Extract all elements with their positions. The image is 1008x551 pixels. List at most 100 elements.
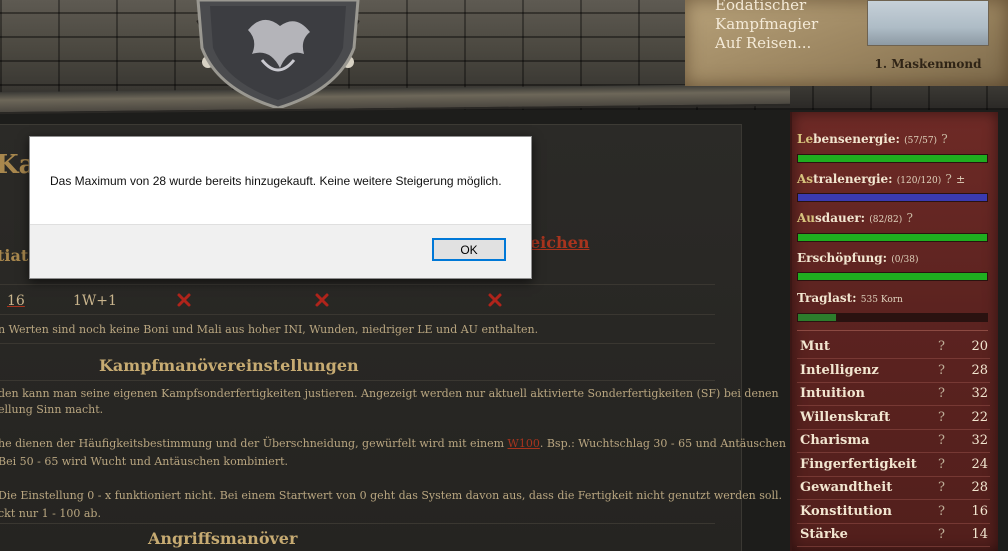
attribute-value: 16: [971, 503, 988, 519]
attribute-name: Intelligenz: [800, 362, 879, 378]
help-icon[interactable]: ?: [938, 363, 945, 378]
traglast-value: 535 Korn: [860, 295, 903, 305]
help-icon[interactable]: ?: [938, 457, 945, 472]
dragon-crest-logo: [196, 0, 360, 108]
character-profession: Kampfmagier: [715, 15, 819, 33]
row-divider: [0, 284, 715, 285]
combat-settings-text: ellung Sinn macht.: [0, 403, 104, 416]
dialog-footer: OK: [30, 224, 531, 278]
lebensenergie-label: Lebensenergie: (57/57) ?: [797, 132, 948, 146]
astralenergie-bar: [797, 193, 988, 202]
help-icon[interactable]: ?: [938, 386, 945, 401]
section-divider: [0, 523, 715, 524]
attribute-value: 32: [971, 386, 988, 401]
attack-maneuvers-title: Angriffsmanöver: [148, 529, 298, 548]
plus-minus-icon[interactable]: ±: [956, 173, 965, 186]
lebensenergie-bar-fill: [798, 155, 987, 162]
attribute-value: 22: [971, 409, 988, 425]
combat-settings-text: he dienen der Häufigkeitsbestimmung und …: [0, 437, 786, 450]
help-icon[interactable]: ?: [941, 132, 947, 146]
attribute-row: Charisma? 32: [797, 430, 990, 453]
ausdauer-bar-fill: [798, 234, 987, 241]
row-divider: [0, 314, 715, 315]
character-info: Eodatischer Kampfmagier Auf Reisen...: [715, 0, 865, 53]
character-race: Eodatischer: [715, 0, 807, 14]
erschoepfung-label: Erschöpfung: (0/38): [797, 251, 919, 265]
combat-settings-text: ckt nur 1 - 100 ab.: [0, 507, 101, 520]
attribute-value: 14: [971, 527, 988, 542]
close-icon: [488, 293, 502, 307]
astralenergie-bar-fill: [798, 194, 987, 201]
combat-settings-text: den kann man seine eigenen Kampfsonderfe…: [0, 387, 779, 400]
traglast-bar-fill: [798, 314, 836, 321]
attribute-name: Gewandtheit: [800, 480, 893, 495]
initiative-note: n Werten sind noch keine Boni und Mali a…: [0, 323, 539, 336]
text-fragment: . Bsp.: Wuchtschlag 30 - 65 und Antäusch…: [539, 437, 786, 450]
ausdauer-label: Ausdauer: (82/82) ?: [797, 211, 913, 225]
character-status: Auf Reisen...: [715, 34, 812, 52]
ausdauer-value: (82/82): [869, 215, 903, 225]
label-initial: Le: [797, 132, 814, 146]
erschoepfung-value: (0/38): [891, 255, 919, 265]
section-divider: [0, 380, 715, 381]
ok-button[interactable]: OK: [432, 238, 506, 261]
help-icon[interactable]: ?: [938, 339, 945, 354]
help-icon[interactable]: ?: [938, 480, 945, 495]
label-text: sdauer:: [815, 211, 866, 225]
location-image: [867, 0, 989, 46]
help-icon[interactable]: ?: [945, 172, 951, 186]
attribute-row: Stärke? 14: [797, 524, 990, 547]
game-date: 1. Maskenmond: [874, 57, 982, 71]
help-icon[interactable]: ?: [938, 433, 945, 448]
attribute-name: Fingerfertigkeit: [800, 456, 917, 472]
label-initial: As: [797, 172, 814, 186]
combat-settings-text: Die Einstellung 0 - x funktioniert nicht…: [0, 489, 783, 502]
initiative-dice: 1W+1: [73, 293, 117, 309]
attribute-row: Willenskraft? 22: [797, 407, 990, 430]
alert-dialog: Das Maximum von 28 wurde bereits hinzuge…: [29, 136, 532, 279]
attribute-row: Gewandtheit? 28: [797, 477, 990, 500]
label-text: bensenergie:: [813, 132, 900, 146]
erschoepfung-bar: [797, 272, 988, 281]
attribute-value: 24: [971, 456, 988, 472]
attribute-row: Konstitution? 16: [797, 501, 990, 524]
attribute-value: 32: [971, 433, 988, 448]
attribute-value: 20: [971, 339, 988, 354]
astralenergie-value: (120/120): [896, 176, 942, 186]
column-heading-link[interactable]: eichen: [530, 233, 589, 252]
help-icon[interactable]: ?: [906, 211, 912, 225]
traglast-label: Traglast: 535 Korn: [797, 291, 903, 305]
attribute-name: Charisma: [800, 433, 870, 448]
help-icon[interactable]: ?: [938, 410, 945, 425]
combat-settings-text: Bei 50 - 65 wird Wucht und Antäuschen ko…: [0, 455, 288, 468]
lebensenergie-value: (57/57): [904, 136, 938, 146]
astralenergie-label: Astralenergie: (120/120) ? ±: [797, 172, 965, 186]
attribute-separator: [797, 330, 988, 331]
attribute-row: Mut? 20: [797, 336, 990, 359]
attribute-row: Intelligenz? 28: [797, 360, 990, 383]
attribute-name: Mut: [800, 339, 830, 354]
attribute-name: Konstitution: [800, 503, 892, 519]
label-text: Traglast:: [797, 291, 857, 305]
dialog-message: Das Maximum von 28 wurde bereits hinzuge…: [50, 174, 502, 188]
lebensenergie-bar: [797, 154, 988, 163]
ausdauer-bar: [797, 233, 988, 242]
attribute-value: 28: [971, 480, 988, 495]
combat-settings-title: Kampfmanövereinstellungen: [99, 356, 359, 375]
attribute-value: 28: [971, 362, 988, 378]
text-fragment: he dienen der Häufigkeitsbestimmung und …: [0, 437, 508, 450]
close-icon: [177, 293, 191, 307]
erschoepfung-bar-fill: [798, 273, 987, 280]
initiative-heading: tiat: [0, 246, 29, 265]
w100-link[interactable]: W100: [508, 437, 540, 450]
close-icon: [315, 293, 329, 307]
label-text: tralenergie:: [813, 172, 893, 186]
initiative-value-link[interactable]: 16: [7, 293, 25, 309]
help-icon[interactable]: ?: [938, 527, 945, 542]
traglast-bar: [797, 313, 988, 322]
help-icon[interactable]: ?: [938, 504, 945, 519]
label-text: Erschöpfung:: [797, 251, 888, 265]
section-divider: [0, 343, 715, 344]
attribute-row: Intuition? 32: [797, 383, 990, 406]
label-initial: Au: [797, 211, 816, 225]
